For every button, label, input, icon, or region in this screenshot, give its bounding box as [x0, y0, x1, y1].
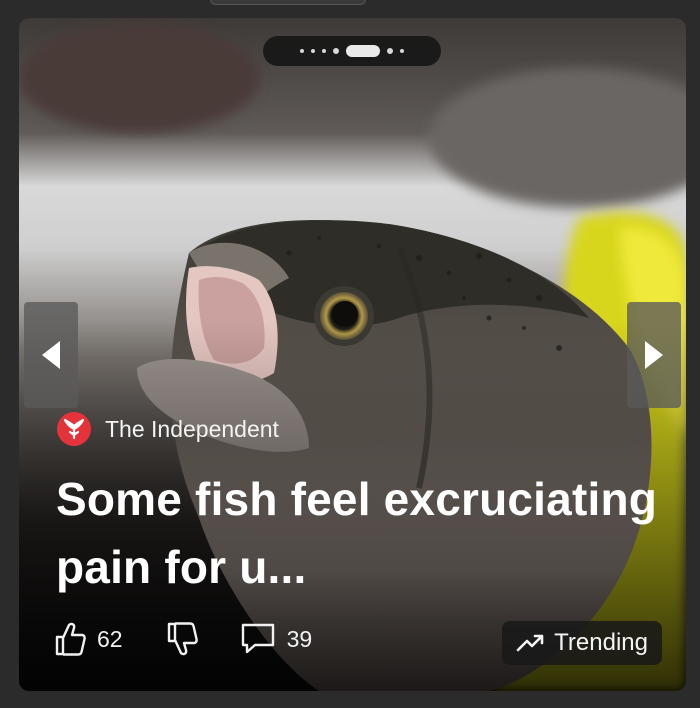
- thumbs-up-icon: [55, 622, 86, 656]
- news-card[interactable]: The Independent Some fish feel excruciat…: [19, 18, 686, 691]
- thumbs-down-icon: [167, 622, 198, 656]
- next-button[interactable]: [627, 302, 681, 408]
- chevron-right-icon: [645, 341, 663, 369]
- comment-icon: [241, 623, 274, 654]
- action-bar: 62 39: [53, 621, 312, 657]
- carousel-dot[interactable]: [322, 49, 326, 53]
- carousel-dot-active[interactable]: [346, 45, 380, 57]
- trending-label: Trending: [554, 629, 648, 656]
- article-source[interactable]: The Independent: [57, 412, 279, 446]
- article-headline[interactable]: Some fish feel excruciating pain for u..…: [56, 465, 666, 601]
- carousel-dot[interactable]: [400, 49, 404, 53]
- like-count: 62: [97, 625, 123, 652]
- previous-button[interactable]: [24, 302, 78, 408]
- carousel-dots: [263, 36, 441, 66]
- independent-eagle-logo: [57, 412, 91, 446]
- like-button[interactable]: 62: [53, 621, 123, 657]
- dislike-button[interactable]: [165, 621, 199, 657]
- carousel-dot[interactable]: [311, 49, 315, 53]
- trending-up-icon: [516, 634, 544, 652]
- comment-count: 39: [286, 625, 313, 652]
- carousel-dot[interactable]: [300, 49, 304, 53]
- trending-badge: Trending: [502, 621, 662, 665]
- carousel-dot[interactable]: [387, 48, 393, 54]
- comment-button[interactable]: 39: [239, 621, 313, 657]
- top-tab-indicator: [210, 0, 366, 5]
- carousel-dot[interactable]: [333, 48, 339, 54]
- source-name: The Independent: [105, 415, 279, 442]
- chevron-left-icon: [42, 341, 60, 369]
